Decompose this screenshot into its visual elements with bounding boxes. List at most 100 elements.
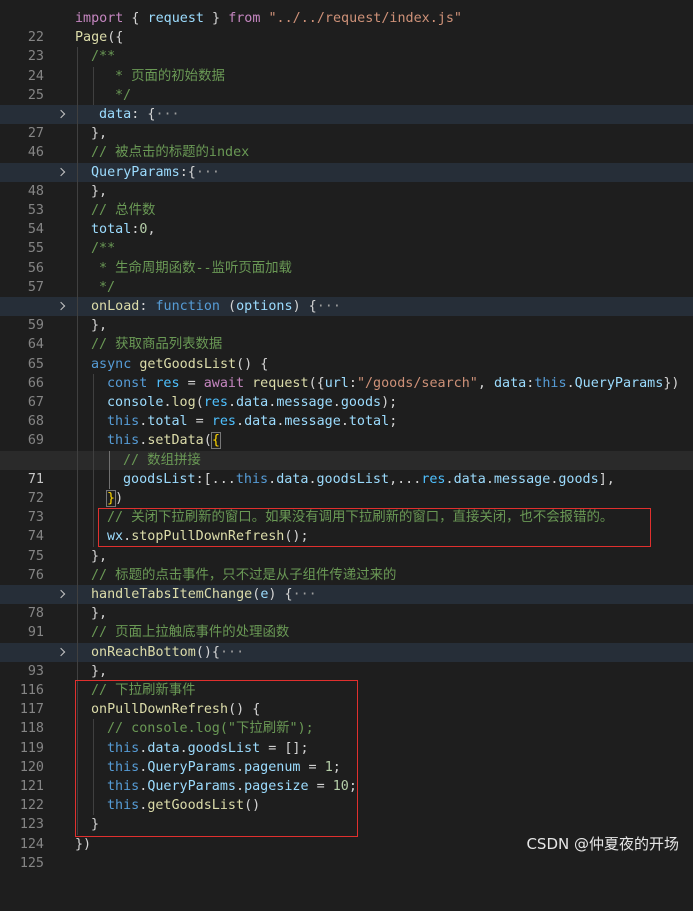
- indent-guide: [77, 661, 78, 681]
- code-line[interactable]: 25 * 页面的初始数据: [0, 66, 693, 103]
- indent-guide: [77, 546, 78, 566]
- code-text: },: [91, 606, 108, 622]
- indent-guide: [77, 220, 78, 240]
- indent-guide: [77, 85, 78, 105]
- code-line[interactable]: 23 Page({: [0, 28, 693, 64]
- code-line[interactable]: 77 // 标题的点击事件，只不过是从子组件传递过来的: [0, 565, 693, 602]
- indent-guide: [77, 181, 78, 201]
- code-line[interactable]: 48 QueryParams:{···: [0, 162, 693, 199]
- indent-guide: [93, 393, 94, 413]
- code-text: handleTabsItemChange(e) {···: [91, 587, 317, 602]
- code-line[interactable]: 47 // 被点击的标题的index: [0, 143, 693, 180]
- code-line[interactable]: 57 * 生命周期函数--监听页面加载: [0, 258, 693, 295]
- indent-guide: [109, 469, 110, 489]
- indent-guide: [77, 527, 78, 547]
- line-number: 125: [19, 855, 44, 871]
- indent-guide: [77, 66, 78, 86]
- code-line[interactable]: 72 goodsList:[...this.data.goodsList,...…: [0, 469, 693, 506]
- chevron-right-icon[interactable]: [56, 585, 68, 604]
- code-text: },: [91, 663, 108, 679]
- chevron-right-icon[interactable]: [56, 163, 68, 182]
- code-text: */: [115, 87, 132, 103]
- code-text: // 页面上拉触底事件的处理函数: [91, 625, 290, 641]
- chevron-right-icon[interactable]: [56, 297, 68, 316]
- code-line[interactable]: 78 handleTabsItemChange(e) {···: [0, 585, 693, 621]
- code-text: this.total = res.data.message.total;: [107, 414, 398, 430]
- code-text: },: [91, 183, 108, 199]
- highlight-box: [75, 680, 358, 837]
- code-editor[interactable]: 22 import { request } from "../../reques…: [0, 0, 693, 871]
- code-line[interactable]: 55 total:0,: [0, 220, 693, 256]
- code-line[interactable]: 76 },: [0, 546, 693, 583]
- indent-guide: [77, 585, 78, 605]
- code-text: onReachBottom(){···: [91, 644, 245, 660]
- indent-guide: [77, 316, 78, 336]
- code-line[interactable]: 93 onReachBottom(){···: [0, 642, 693, 679]
- code-text: * 页面的初始数据: [115, 68, 225, 84]
- code-text: // 总件数: [91, 203, 156, 218]
- indent-guide: [77, 297, 78, 317]
- indent-guide: [77, 565, 78, 585]
- indent-guide: [77, 431, 78, 451]
- indent-guide: [77, 393, 78, 413]
- code-line[interactable]: 24 /**: [0, 47, 693, 84]
- code-line[interactable]: 68 console.log(res.data.message.goods);: [0, 393, 693, 429]
- code-line[interactable]: 69 this.total = res.data.message.total;: [0, 412, 693, 448]
- code-line-current[interactable]: 71 // 数组拼接: [0, 450, 693, 487]
- code-text: async getGoodsList() {: [91, 356, 269, 372]
- code-text: }): [75, 836, 92, 852]
- code-line[interactable]: 59 onLoad: function (options) {···: [0, 297, 693, 333]
- code-text: const res = await request({url:"/goods/s…: [107, 375, 680, 391]
- indent-guide: [77, 489, 78, 509]
- code-text: // 数组拼接: [123, 452, 201, 468]
- indent-guide: [77, 508, 78, 528]
- code-line[interactable]: 70 this.setData({: [0, 431, 693, 468]
- indent-guide: [77, 373, 78, 393]
- code-line[interactable]: 66 async getGoodsList() {: [0, 354, 693, 391]
- chevron-right-icon[interactable]: [56, 643, 68, 662]
- indent-guide: [93, 431, 94, 451]
- chevron-right-icon[interactable]: [56, 105, 68, 124]
- code-text: goodsList:[...this.data.goodsList,...res…: [123, 471, 615, 487]
- highlight-box: [98, 508, 651, 547]
- code-line[interactable]: 58 */: [0, 277, 693, 314]
- code-line[interactable]: 91 },: [0, 604, 693, 640]
- code-text: },: [91, 318, 108, 334]
- code-line[interactable]: 64 },: [0, 316, 693, 352]
- watermark: CSDN @仲夏夜的开场: [526, 835, 679, 853]
- code-line[interactable]: 73 }): [0, 489, 693, 525]
- code-text: onLoad: function (options) {···: [91, 299, 341, 314]
- indent-guide: [93, 85, 94, 105]
- indent-guide: [77, 354, 78, 374]
- indent-guide: [77, 124, 78, 144]
- indent-guide: [93, 66, 94, 86]
- indent-guide: [77, 412, 78, 432]
- code-line[interactable]: 116 },: [0, 661, 693, 698]
- code-line[interactable]: 53 },: [0, 181, 693, 218]
- indent-guide: [93, 450, 94, 470]
- code-line[interactable]: 46 },: [0, 124, 693, 160]
- code-text: console.log(res.data.message.goods);: [107, 395, 398, 410]
- code-line[interactable]: 65 // 获取商品列表数据: [0, 335, 693, 372]
- code-line[interactable]: 54 // 总件数: [0, 201, 693, 237]
- code-text: },: [91, 126, 108, 142]
- code-text: import { request } from "../../request/i…: [75, 11, 462, 26]
- code-line[interactable]: 92 // 页面上拉触底事件的处理函数: [0, 623, 693, 660]
- code-line[interactable]: 22 import { request } from "../../reques…: [0, 9, 693, 45]
- code-line[interactable]: 56 /**: [0, 239, 693, 276]
- indent-guide: [77, 642, 78, 662]
- indent-guide: [77, 201, 78, 221]
- code-text: Page({: [75, 30, 124, 46]
- indent-guide: [77, 623, 78, 643]
- code-line[interactable]: 27 data: {···: [0, 105, 693, 141]
- indent-guide: [77, 258, 78, 278]
- indent-guide: [77, 143, 78, 163]
- code-text: QueryParams:{···: [91, 164, 220, 180]
- indent-guide: [93, 412, 94, 432]
- indent-guide: [93, 527, 94, 547]
- code-line[interactable]: 67 const res = await request({url:"/good…: [0, 373, 693, 410]
- indent-guide: [93, 469, 94, 489]
- code-line[interactable]: 26 */: [0, 85, 693, 122]
- code-text: /**: [91, 49, 116, 65]
- code-text: }): [105, 490, 124, 507]
